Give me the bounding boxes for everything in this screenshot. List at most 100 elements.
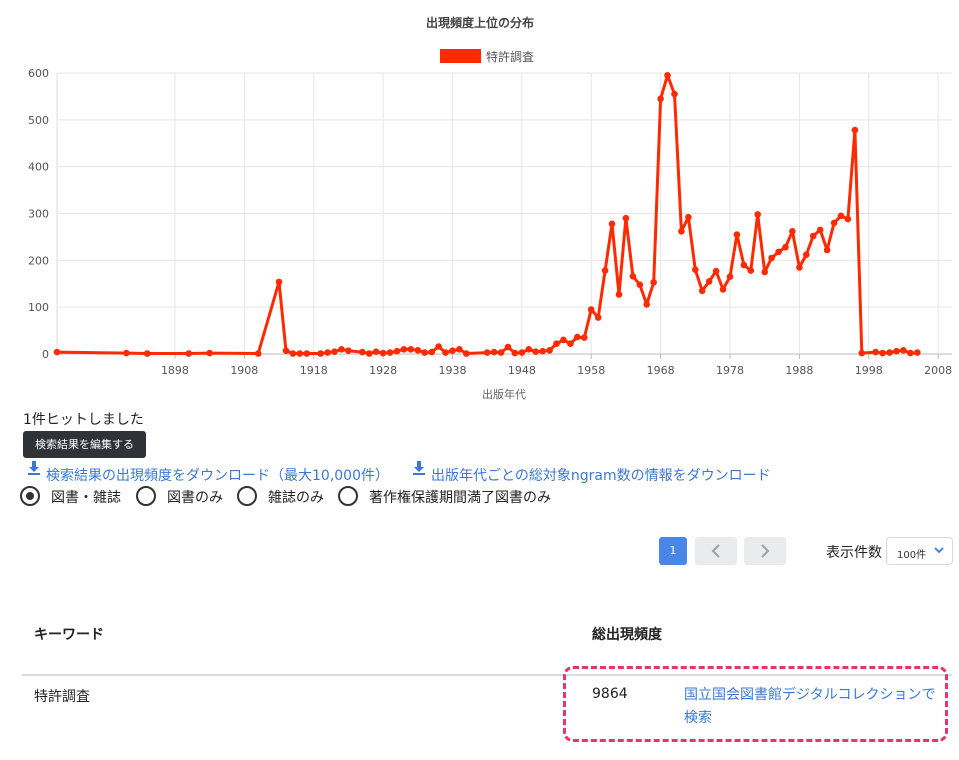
data-point[interactable] bbox=[698, 287, 706, 295]
data-point[interactable] bbox=[553, 340, 560, 348]
data-point[interactable] bbox=[456, 346, 463, 353]
data-point[interactable] bbox=[379, 349, 387, 357]
data-point[interactable] bbox=[851, 126, 859, 134]
data-point[interactable] bbox=[900, 347, 907, 354]
data-point[interactable] bbox=[886, 349, 893, 356]
data-point[interactable] bbox=[185, 350, 193, 357]
previous-page-button[interactable] bbox=[695, 537, 737, 565]
data-point[interactable] bbox=[483, 349, 491, 356]
data-point[interactable] bbox=[747, 267, 755, 274]
data-point[interactable] bbox=[879, 349, 886, 357]
data-point[interactable] bbox=[823, 246, 831, 254]
data-point[interactable] bbox=[532, 348, 539, 356]
data-point[interactable] bbox=[143, 350, 151, 357]
data-point[interactable] bbox=[629, 273, 637, 280]
data-point[interactable] bbox=[664, 72, 671, 79]
data-point[interactable] bbox=[608, 220, 616, 228]
data-point[interactable] bbox=[497, 349, 505, 356]
data-point[interactable] bbox=[414, 347, 422, 354]
data-point[interactable] bbox=[893, 347, 900, 355]
data-point[interactable] bbox=[809, 232, 817, 240]
data-point[interactable] bbox=[830, 219, 838, 227]
data-point[interactable] bbox=[636, 281, 644, 289]
data-point[interactable] bbox=[504, 343, 512, 351]
chart-legend[interactable]: 特許調査 bbox=[440, 49, 534, 64]
data-point[interactable] bbox=[622, 214, 630, 222]
data-point[interactable] bbox=[400, 346, 408, 353]
data-point[interactable] bbox=[296, 350, 304, 357]
data-point[interactable] bbox=[574, 333, 581, 341]
page-1-button[interactable]: 1 bbox=[659, 537, 687, 565]
data-point[interactable] bbox=[796, 264, 803, 271]
data-point[interactable] bbox=[615, 291, 623, 298]
data-point[interactable] bbox=[872, 348, 879, 356]
data-point[interactable] bbox=[560, 336, 567, 344]
data-point[interactable] bbox=[907, 349, 914, 357]
data-point[interactable] bbox=[803, 251, 810, 258]
data-point[interactable] bbox=[719, 286, 727, 293]
data-point[interactable] bbox=[740, 261, 748, 269]
data-point[interactable] bbox=[421, 349, 429, 356]
data-point[interactable] bbox=[705, 278, 713, 285]
data-point[interactable] bbox=[671, 90, 678, 98]
data-point[interactable] bbox=[692, 266, 699, 274]
data-point[interactable] bbox=[338, 346, 345, 353]
data-point[interactable] bbox=[372, 348, 380, 356]
data-point[interactable] bbox=[393, 347, 401, 355]
data-point[interactable] bbox=[678, 228, 685, 235]
data-point[interactable] bbox=[331, 348, 338, 356]
data-point[interactable] bbox=[324, 349, 331, 356]
data-point[interactable] bbox=[816, 226, 824, 234]
data-point[interactable] bbox=[789, 228, 796, 235]
data-point[interactable] bbox=[685, 213, 692, 221]
data-point[interactable] bbox=[775, 248, 782, 256]
data-point[interactable] bbox=[345, 347, 352, 355]
data-point[interactable] bbox=[123, 349, 130, 357]
data-point[interactable] bbox=[407, 346, 415, 353]
data-point[interactable] bbox=[525, 346, 533, 353]
data-point[interactable] bbox=[726, 273, 734, 281]
data-point[interactable] bbox=[282, 347, 290, 355]
data-point[interactable] bbox=[733, 231, 741, 238]
data-point[interactable] bbox=[754, 211, 761, 218]
edit-search-button[interactable]: 検索結果を編集する bbox=[23, 431, 146, 458]
data-point[interactable] bbox=[657, 95, 664, 103]
data-point[interactable] bbox=[53, 348, 61, 356]
data-point[interactable] bbox=[449, 347, 456, 355]
data-point[interactable] bbox=[254, 350, 262, 357]
data-point[interactable] bbox=[518, 349, 526, 356]
data-point[interactable] bbox=[289, 350, 297, 357]
data-point[interactable] bbox=[587, 306, 595, 313]
data-point[interactable] bbox=[490, 348, 498, 356]
data-point[interactable] bbox=[844, 215, 852, 223]
data-point[interactable] bbox=[914, 349, 921, 356]
data-point[interactable] bbox=[386, 349, 394, 356]
data-point[interactable] bbox=[768, 254, 775, 262]
data-point[interactable] bbox=[546, 347, 553, 354]
data-point[interactable] bbox=[206, 349, 213, 357]
data-point[interactable] bbox=[858, 349, 866, 357]
data-point[interactable] bbox=[601, 267, 609, 274]
data-point[interactable] bbox=[581, 334, 588, 341]
next-page-button[interactable] bbox=[744, 537, 786, 565]
data-point[interactable] bbox=[782, 243, 789, 251]
per-page-select[interactable]: 100件 bbox=[886, 537, 953, 565]
data-point[interactable] bbox=[761, 268, 768, 276]
data-point[interactable] bbox=[650, 279, 657, 286]
data-point[interactable] bbox=[539, 347, 546, 355]
data-point[interactable] bbox=[463, 350, 470, 357]
data-point[interactable] bbox=[435, 343, 442, 350]
data-point[interactable] bbox=[442, 349, 449, 356]
data-point[interactable] bbox=[594, 314, 602, 321]
data-point[interactable] bbox=[511, 349, 519, 357]
data-point[interactable] bbox=[275, 278, 283, 286]
data-point[interactable] bbox=[837, 212, 845, 220]
data-point[interactable] bbox=[567, 340, 574, 348]
data-point[interactable] bbox=[359, 348, 366, 356]
data-point[interactable] bbox=[303, 350, 311, 357]
data-point[interactable] bbox=[365, 350, 373, 357]
data-point[interactable] bbox=[428, 348, 436, 356]
data-point[interactable] bbox=[712, 267, 720, 275]
data-point[interactable] bbox=[317, 350, 324, 357]
data-point[interactable] bbox=[643, 301, 650, 308]
